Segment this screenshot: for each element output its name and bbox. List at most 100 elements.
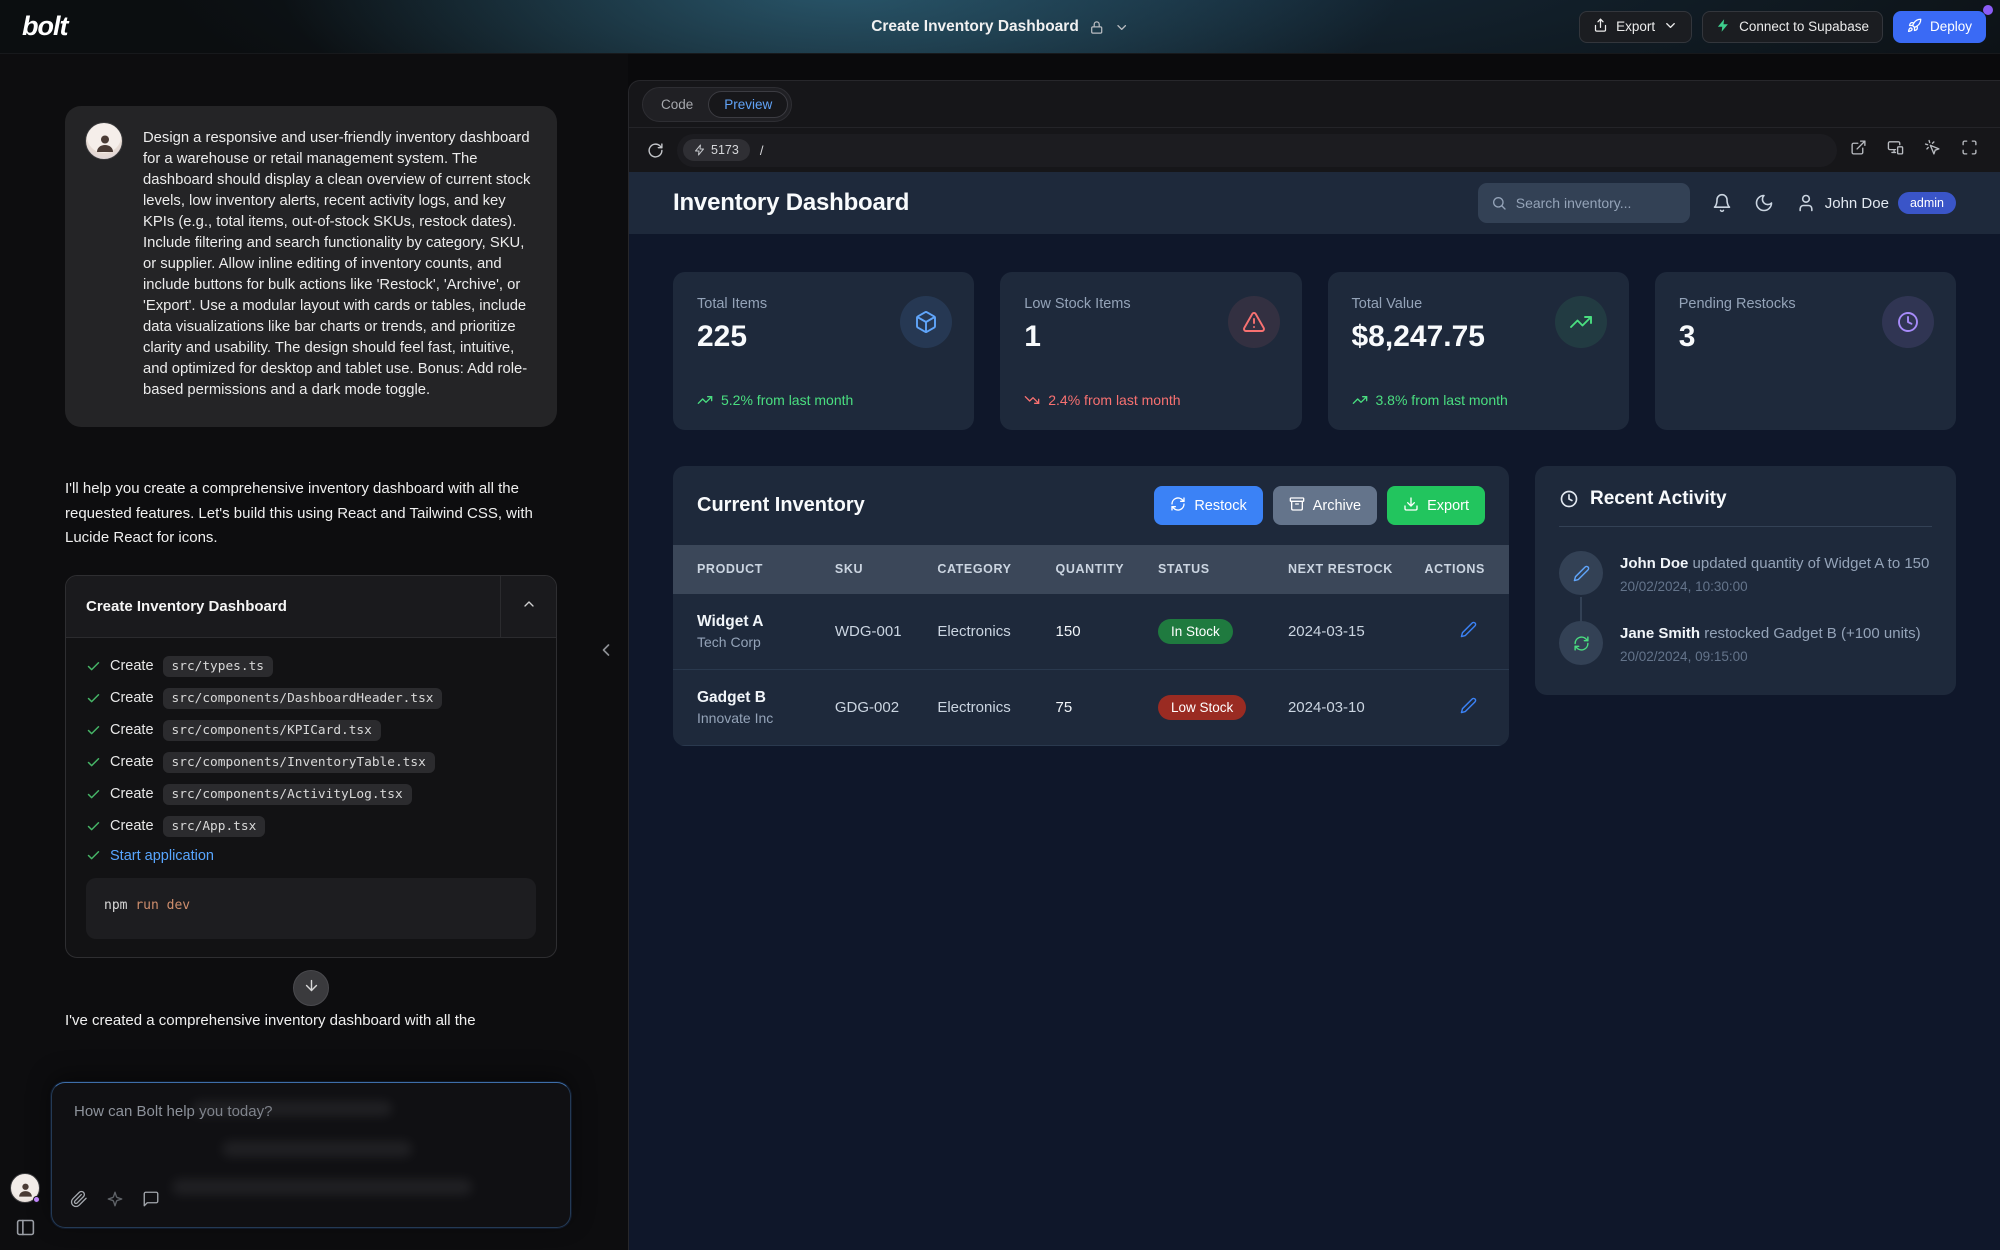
sidebar-toggle-icon[interactable] xyxy=(15,1217,36,1238)
bolt-logo[interactable]: bolt xyxy=(22,11,67,42)
table-row[interactable]: Gadget B Innovate Inc GDG-002 Electronic… xyxy=(673,670,1509,746)
chevron-down-icon[interactable] xyxy=(1114,20,1129,35)
top-bar: bolt Create Inventory Dashboard Export C… xyxy=(0,0,2000,54)
arrow-down-icon xyxy=(303,977,320,999)
restock-date-cell: 2024-03-15 xyxy=(1288,604,1406,659)
artifact-step: Create src/components/ActivityLog.tsx xyxy=(86,784,536,805)
status-badge: In Stock xyxy=(1158,619,1233,644)
artifact-card: Create Inventory Dashboard Create src/ty… xyxy=(65,575,557,958)
account-avatar[interactable] xyxy=(10,1173,40,1203)
file-chip[interactable]: src/components/ActivityLog.tsx xyxy=(163,784,412,805)
kpi-trend: 3.8% from last month xyxy=(1352,392,1508,408)
bolt-app-window: bolt Create Inventory Dashboard Export C… xyxy=(0,0,2000,1250)
check-icon xyxy=(86,787,101,802)
supabase-bolt-icon xyxy=(1716,18,1731,36)
port-badge[interactable]: 5173 xyxy=(683,139,750,161)
search-input[interactable]: Search inventory... xyxy=(1478,183,1690,223)
search-placeholder: Search inventory... xyxy=(1516,195,1632,211)
reload-icon[interactable] xyxy=(647,142,664,159)
tab-preview[interactable]: Preview xyxy=(708,91,788,118)
kpi-trend: 5.2% from last month xyxy=(697,392,853,408)
activity-user: Jane Smith xyxy=(1620,625,1700,642)
file-chip[interactable]: src/components/KPICard.tsx xyxy=(163,720,381,741)
open-external-icon[interactable] xyxy=(1850,139,1867,161)
edit-pencil-icon[interactable] xyxy=(1460,621,1477,638)
user-menu[interactable]: John Doe admin xyxy=(1796,192,1956,214)
project-title: Create Inventory Dashboard xyxy=(871,18,1079,36)
col-sku: SKU xyxy=(835,545,937,594)
step-action: Create xyxy=(110,786,154,802)
check-icon xyxy=(86,659,101,674)
artifact-title: Create Inventory Dashboard xyxy=(66,576,500,637)
collapse-chat-handle[interactable] xyxy=(596,640,616,665)
check-icon xyxy=(86,691,101,706)
kpi-card-total-value: Total Value $8,247.75 3.8% from last mon… xyxy=(1328,272,1629,430)
file-chip[interactable]: src/components/InventoryTable.tsx xyxy=(163,752,435,773)
table-row[interactable]: Widget A Tech Corp WDG-001 Electronics 1… xyxy=(673,594,1509,670)
project-title-group[interactable]: Create Inventory Dashboard xyxy=(871,0,1129,54)
table-header: Product SKU Category Quantity Status Nex… xyxy=(673,545,1509,594)
col-next-restock: Next Restock xyxy=(1288,545,1406,594)
activity-text: updated quantity of Widget A to 150 xyxy=(1693,555,1930,572)
user-name: John Doe xyxy=(1825,195,1889,212)
bell-icon[interactable] xyxy=(1712,193,1732,213)
fullscreen-icon[interactable] xyxy=(1961,139,1978,161)
col-quantity: Quantity xyxy=(1056,545,1158,594)
quantity-cell[interactable]: 150 xyxy=(1056,604,1158,659)
file-chip[interactable]: src/App.tsx xyxy=(163,816,266,837)
start-application-step[interactable]: Start application xyxy=(86,848,536,864)
collapse-toggle-button[interactable] xyxy=(500,576,556,637)
supabase-label: Connect to Supabase xyxy=(1739,19,1869,34)
trending-up-icon xyxy=(697,392,713,408)
kpi-trend: 2.4% from last month xyxy=(1024,392,1180,408)
sparkles-icon[interactable] xyxy=(106,1190,124,1213)
step-action: Create xyxy=(110,722,154,738)
tab-code[interactable]: Code xyxy=(646,92,708,117)
file-chip[interactable]: src/types.ts xyxy=(163,656,273,677)
chevron-down-icon xyxy=(1663,18,1678,36)
restock-button[interactable]: Restock xyxy=(1154,486,1262,525)
inspector-cursor-icon[interactable] xyxy=(1924,139,1941,161)
workbench-panel: Code Preview 5173 / xyxy=(628,80,2000,1250)
user-icon xyxy=(1796,193,1816,213)
port-number: 5173 xyxy=(711,143,739,157)
deploy-label: Deploy xyxy=(1930,19,1972,34)
connect-supabase-button[interactable]: Connect to Supabase xyxy=(1702,11,1883,43)
check-icon xyxy=(86,848,101,863)
archive-button[interactable]: Archive xyxy=(1273,486,1377,525)
rocket-icon xyxy=(1907,18,1922,36)
activity-title: Recent Activity xyxy=(1590,488,1727,510)
export-csv-button[interactable]: Export xyxy=(1387,486,1485,525)
status-badge: Low Stock xyxy=(1158,695,1246,720)
deploy-button[interactable]: Deploy xyxy=(1893,11,1986,43)
chat-composer[interactable]: How can Bolt help you today? xyxy=(51,1082,571,1228)
activity-text: restocked Gadget B (+100 units) xyxy=(1704,625,1920,642)
activity-time: 20/02/2024, 09:15:00 xyxy=(1620,649,1921,664)
scroll-to-bottom-button[interactable] xyxy=(293,970,329,1006)
file-chip[interactable]: src/components/DashboardHeader.tsx xyxy=(163,688,443,709)
attach-icon[interactable] xyxy=(70,1190,88,1213)
role-badge: admin xyxy=(1898,192,1956,214)
chevron-up-icon xyxy=(521,596,537,617)
alert-triangle-icon xyxy=(1228,296,1280,348)
col-actions: Actions xyxy=(1406,545,1485,594)
supplier-name: Innovate Inc xyxy=(697,710,827,726)
chat-mode-icon[interactable] xyxy=(142,1190,160,1213)
url-input[interactable]: 5173 / xyxy=(677,134,1837,167)
kpi-card-low-stock: Low Stock Items 1 2.4% from last month xyxy=(1000,272,1301,430)
check-icon xyxy=(86,819,101,834)
devices-icon[interactable] xyxy=(1887,139,1904,161)
category-cell: Electronics xyxy=(937,604,1055,659)
search-icon xyxy=(1491,195,1507,211)
edit-pencil-icon[interactable] xyxy=(1460,697,1477,714)
export-button[interactable]: Export xyxy=(1579,11,1692,43)
quantity-cell[interactable]: 75 xyxy=(1056,680,1158,735)
clock-icon xyxy=(1559,489,1579,509)
category-cell: Electronics xyxy=(937,680,1055,735)
dark-mode-toggle-icon[interactable] xyxy=(1754,193,1774,213)
dashboard-title: Inventory Dashboard xyxy=(673,189,909,217)
user-avatar xyxy=(85,122,123,160)
url-path: / xyxy=(760,143,764,158)
check-icon xyxy=(86,723,101,738)
kpi-card-total-items: Total Items 225 5.2% from last month xyxy=(673,272,974,430)
